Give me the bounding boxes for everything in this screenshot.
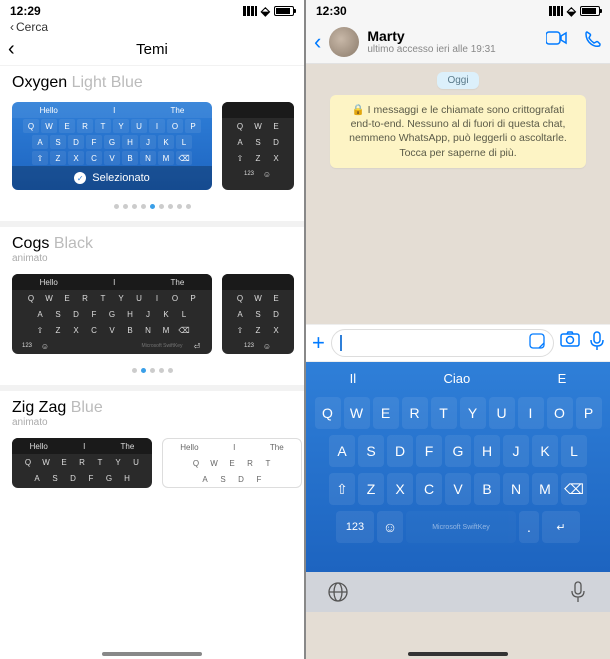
status-icons: ⬙: [549, 4, 600, 18]
selected-badge: ✓ Selezionato: [12, 166, 212, 190]
home-indicator[interactable]: [102, 652, 202, 656]
theme-preview-next[interactable]: QWE ASD ⇧ZX 123☺: [222, 102, 294, 190]
keyboard-bottom-bar: [306, 572, 610, 612]
themes-screen: 12:29 ⬙ ‹ Cerca ‹ Temi Oxygen Light Blue: [0, 0, 304, 659]
theme-preview-next[interactable]: QWE ASD ⇧ZX 123☺: [222, 274, 294, 354]
suggestion-bar: Il Ciao E: [306, 362, 610, 394]
theme-title: Oxygen Light Blue: [12, 74, 292, 92]
theme-cogs-previews: Hello I The QWERTYUIOP ASDFGHJKL ⇧ZXCVBN…: [0, 268, 304, 360]
theme-cogs-dots[interactable]: [0, 360, 304, 385]
battery-icon: [580, 6, 600, 16]
phone-call-icon[interactable]: [584, 30, 602, 53]
status-bar: 12:29 ⬙: [0, 0, 304, 20]
theme-preview[interactable]: Hello I The QWERTYU ASDFGH: [12, 438, 152, 488]
chat-header: ‹ Marty ultimo accesso ieri alle 19:31: [306, 20, 610, 64]
header: ‹ Temi: [0, 34, 304, 66]
suggestion[interactable]: Il: [350, 371, 357, 386]
wifi-icon: ⬙: [567, 4, 576, 18]
day-label: Oggi: [437, 72, 478, 89]
status-bar: 12:30 ⬙: [306, 0, 610, 20]
sticker-icon[interactable]: [529, 333, 545, 354]
theme-oxygen-dots[interactable]: [0, 196, 304, 221]
back-button[interactable]: ‹: [8, 38, 15, 61]
chat-messages-area[interactable]: Oggi 🔒 I messaggi e le chiamate sono cri…: [306, 64, 610, 324]
theme-cogs: Cogs Black animato: [0, 227, 304, 268]
theme-zigzag: Zig Zag Blue animato: [0, 391, 304, 432]
status-time: 12:29: [10, 4, 41, 18]
globe-icon[interactable]: [326, 580, 350, 604]
status-icons: ⬙: [243, 4, 294, 18]
encryption-notice[interactable]: 🔒 I messaggi e le chiamate sono crittogr…: [330, 95, 586, 168]
battery-icon: [274, 6, 294, 16]
theme-preview-selected[interactable]: Hello I The QWERTYUIOP ASDFGHJKL ⇧ZXCVBN…: [12, 102, 212, 190]
nav-back-search[interactable]: ‹ Cerca: [0, 20, 304, 34]
mic-icon[interactable]: [590, 331, 604, 356]
camera-icon[interactable]: [560, 331, 580, 356]
keyboard[interactable]: Il Ciao E QWERTYUIOP ASDFGHJKL ⇧ZXCVBNM⌫…: [306, 362, 610, 572]
theme-preview[interactable]: Hello I The QWERTYUIOP ASDFGHJKL ⇧ZXCVBN…: [12, 274, 212, 354]
suggestion[interactable]: E: [558, 371, 567, 386]
page-title: Temi: [136, 41, 168, 58]
signal-icon: [243, 6, 257, 16]
theme-oxygen: Oxygen Light Blue: [0, 66, 304, 96]
chevron-left-icon: ‹: [10, 20, 14, 34]
call-icons: [546, 30, 602, 53]
attach-button[interactable]: +: [312, 330, 325, 356]
suggestion[interactable]: Ciao: [444, 371, 471, 386]
text-cursor: [340, 335, 342, 351]
message-input-bar: +: [306, 324, 610, 362]
signal-icon: [549, 6, 563, 16]
contact-name: Marty: [367, 28, 538, 44]
back-button[interactable]: ‹: [314, 29, 321, 55]
status-time: 12:30: [316, 4, 347, 18]
check-icon: ✓: [74, 172, 86, 184]
chat-title-area[interactable]: Marty ultimo accesso ieri alle 19:31: [367, 28, 538, 55]
last-seen: ultimo accesso ieri alle 19:31: [367, 44, 538, 55]
avatar[interactable]: [329, 27, 359, 57]
theme-oxygen-previews: Hello I The QWERTYUIOP ASDFGHJKL ⇧ZXCVBN…: [0, 96, 304, 196]
theme-title: Zig Zag Blue: [12, 399, 292, 417]
video-call-icon[interactable]: [546, 30, 568, 53]
whatsapp-chat-screen: 12:30 ⬙ ‹ Marty ultimo accesso ieri alle…: [306, 0, 610, 659]
home-indicator[interactable]: [408, 652, 508, 656]
theme-zigzag-previews: Hello I The QWERTYU ASDFGH Hello I The Q…: [0, 432, 304, 494]
message-input[interactable]: [331, 329, 554, 357]
dictation-icon[interactable]: [566, 580, 590, 604]
wifi-icon: ⬙: [261, 4, 270, 18]
theme-preview[interactable]: Hello I The QWERT ASDF: [162, 438, 302, 488]
theme-title: Cogs Black: [12, 235, 292, 253]
